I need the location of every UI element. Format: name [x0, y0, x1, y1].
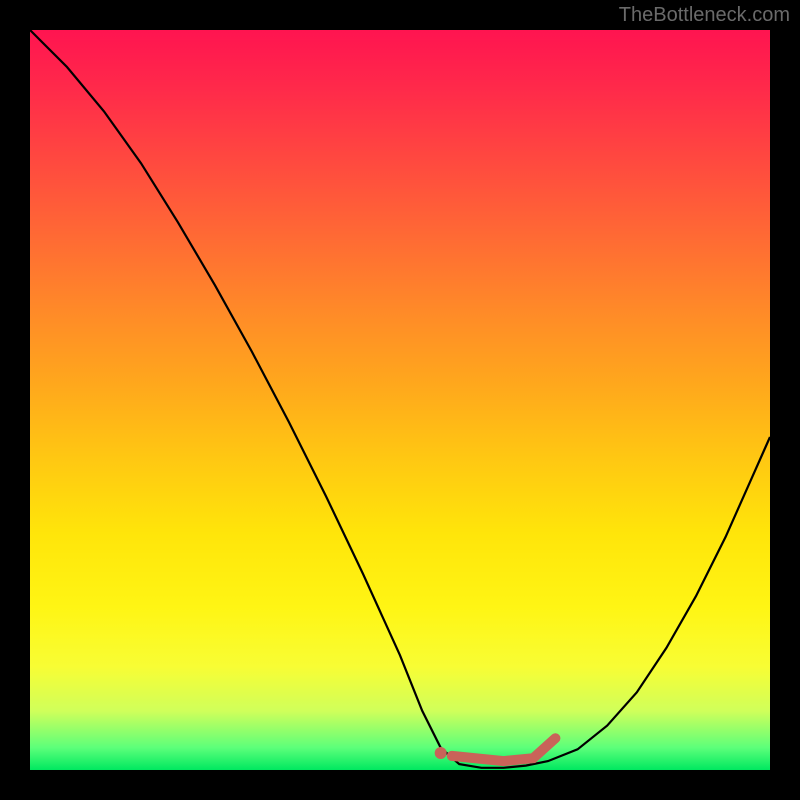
- chart-container: [30, 30, 770, 770]
- optimum-marker-dot: [435, 747, 447, 759]
- chart-svg: [30, 30, 770, 770]
- watermark-text: TheBottleneck.com: [619, 4, 790, 27]
- bottleneck-curve: [30, 30, 770, 768]
- optimum-marker-line: [452, 738, 556, 761]
